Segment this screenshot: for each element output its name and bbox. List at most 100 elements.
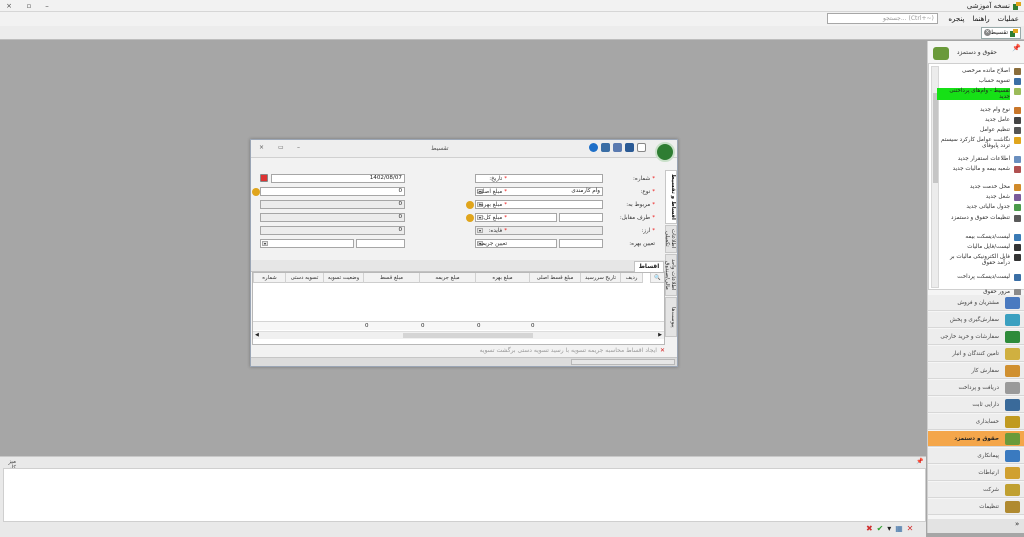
menu-window[interactable]: پنجره <box>948 12 964 26</box>
menu-help[interactable]: راهنما <box>972 12 989 26</box>
sidebar-item[interactable]: نگاشت عوامل کارکرد سیستم تردد پایوفای <box>937 137 1021 149</box>
grid-search-icon[interactable]: 🔍 <box>650 273 664 283</box>
dialog-close-button[interactable]: × <box>259 144 264 151</box>
nav-module-button[interactable]: تنظیمات <box>928 499 1024 515</box>
column-settlement-status[interactable]: وضعیت تسویه <box>323 273 363 283</box>
nav-module-button[interactable]: حسابداری <box>928 414 1024 430</box>
sidebar-item[interactable]: تقسیط - وام‌های پرداختنی جدید <box>937 88 1021 100</box>
sidebar-item[interactable]: نوع وام جدید <box>937 107 1021 114</box>
date-field[interactable]: 1402/08/07 <box>271 174 405 183</box>
sidebar-item[interactable]: لیست/دیسکت پرداخت <box>937 274 1021 281</box>
sidebar-item[interactable]: اطلاعات استقرار جدید <box>937 156 1021 163</box>
save-as-icon[interactable] <box>613 143 622 152</box>
grid-horizontal-scrollbar[interactable]: ◀ ▶ <box>253 331 664 339</box>
save-icon[interactable] <box>601 143 610 152</box>
tab-installments[interactable]: اقساط و تقسیط <box>665 170 677 224</box>
desk-panel-header: میز کار 📌 <box>0 457 926 471</box>
column-number[interactable]: شماره <box>253 273 285 283</box>
item-icon <box>1014 156 1021 163</box>
menu-operations[interactable]: عملیات <box>998 12 1019 26</box>
sidebar-item[interactable]: جدول مالیاتی جدید <box>937 204 1021 211</box>
fine-select[interactable]: ▾ <box>260 239 354 248</box>
calendar-icon[interactable] <box>260 174 268 182</box>
tab-supplementary[interactable]: اطلاعات تکمیلی <box>664 225 677 253</box>
sidebar-item[interactable]: تسویه حساب <box>937 78 1021 85</box>
nav-module-button[interactable]: شرکت <box>928 482 1024 498</box>
sidebar-item[interactable]: شغل جدید <box>937 194 1021 201</box>
pin-icon[interactable]: 📌 <box>916 458 923 465</box>
delete-icon[interactable]: ✕ <box>660 347 665 354</box>
close-tab-icon[interactable]: × <box>984 29 991 36</box>
nav-module-label: تنظیمات <box>979 504 999 510</box>
date-label: *تاریخ: <box>489 176 507 182</box>
tab-financial-unit[interactable]: اطلاعات واحد مالی/صندوق <box>664 254 677 296</box>
save-close-icon[interactable] <box>625 143 634 152</box>
footer-principal-total: 0 <box>531 323 535 329</box>
tab-attachments[interactable]: پیوست‌ها <box>665 297 677 337</box>
nav-module-button[interactable]: مشتریان و فروش <box>928 295 1024 311</box>
nav-module-button[interactable]: دارایی ثابت <box>928 397 1024 413</box>
pin-icon[interactable]: 📌 <box>1012 44 1021 52</box>
counterparty-label: *طرف مقابل: <box>619 215 655 221</box>
search-input[interactable]: جستجو... (Ctrl+~) <box>827 13 938 24</box>
sidebar-item[interactable]: محل خدمت جدید <box>937 184 1021 191</box>
tab-installment[interactable]: تقسیط × <box>981 27 1021 39</box>
column-principal[interactable]: مبلغ قسط اصلی <box>529 273 580 283</box>
sidebar-item[interactable]: فایل الکترونیکی مالیات بر درآمد حقوق <box>937 254 1021 266</box>
grid-icon[interactable]: ▦ <box>895 523 903 535</box>
column-due-date[interactable]: تاریخ سررسید <box>580 273 620 283</box>
grid-select-all-checkbox[interactable] <box>642 273 650 283</box>
sidebar-item[interactable]: شعبه بیمه و مالیات جدید <box>937 166 1021 173</box>
dialog-minimize-button[interactable]: – <box>297 144 300 151</box>
dialog-maximize-button[interactable]: ▭ <box>278 144 284 151</box>
nav-module-button[interactable]: حقوق و دستمزد <box>928 431 1024 447</box>
principal-field[interactable]: 0 <box>260 187 405 196</box>
column-row[interactable]: ردیف <box>620 273 642 283</box>
module-icon <box>1005 484 1020 496</box>
confirm-icon[interactable]: ✔ <box>877 523 884 535</box>
module-icon <box>1005 399 1020 411</box>
dropdown-icon[interactable]: ▾ <box>887 523 891 535</box>
nav-module-button[interactable]: تامین کنندگان و انبار <box>928 346 1024 362</box>
close-icon[interactable]: ✕ <box>907 523 914 535</box>
nav-module-button[interactable]: سفارشات و خرید خارجی <box>928 329 1024 345</box>
nav-module-button[interactable]: دریافت و پرداخت <box>928 380 1024 396</box>
lookup-icon[interactable] <box>466 214 474 222</box>
counterparty-code-field[interactable] <box>559 213 603 222</box>
nav-module-button[interactable]: ارتباطات <box>928 465 1024 481</box>
sidebar-item[interactable]: لیست/فایل مالیات <box>937 244 1021 251</box>
maximize-window-button[interactable]: ▫ <box>22 1 36 11</box>
column-installment[interactable]: مبلغ قسط <box>363 273 419 283</box>
sidebar-item[interactable]: لیست/دیسکت بیمه <box>937 234 1021 241</box>
sidebar-item[interactable]: تنظیم عوامل <box>937 127 1021 134</box>
column-fine[interactable]: مبلغ جریمه <box>419 273 475 283</box>
sidebar-item[interactable]: اصلاح مانده مرخصی <box>937 68 1021 75</box>
sidebar-item[interactable]: تنظیمات حقوق و دستمزد <box>937 215 1021 222</box>
column-manual-settlement[interactable]: تسویه دستی <box>285 273 323 283</box>
nav-module-button[interactable]: سفارش‌گیری و پخش <box>928 312 1024 328</box>
help-icon[interactable] <box>589 143 598 152</box>
nav-module-label: پیمانکاری <box>977 453 999 459</box>
tab-installment-rows[interactable]: اقساط <box>634 261 664 272</box>
minimize-window-button[interactable]: – <box>40 1 54 11</box>
nav-module-label: دارایی ثابت <box>972 402 999 408</box>
nav-module-button[interactable]: پیمانکاری <box>928 448 1024 464</box>
cancel-icon[interactable]: ✖ <box>866 523 873 535</box>
item-icon <box>1014 274 1021 281</box>
assign-interest-label: تعیین بهره: <box>629 241 655 247</box>
new-document-icon[interactable] <box>637 143 646 152</box>
dialog-title: تقسیط <box>431 145 449 152</box>
nav-module-label: تامین کنندگان و انبار <box>952 351 999 357</box>
nav-module-button[interactable]: سفارش کار <box>928 363 1024 379</box>
sidebar-item-label: عامل جدید <box>985 117 1010 123</box>
calculator-icon[interactable] <box>252 188 260 196</box>
fine-code-field[interactable] <box>356 239 405 248</box>
chevron-down-icon[interactable]: » <box>1015 520 1019 528</box>
sidebar-item-label: تنظیمات حقوق و دستمزد <box>951 215 1010 221</box>
lookup-icon[interactable] <box>466 201 474 209</box>
close-window-button[interactable]: × <box>2 1 16 11</box>
column-interest[interactable]: مبلغ بهره <box>475 273 529 283</box>
grid-actions-text[interactable]: ایجاد اقساط محاسبه جریمه تسویه با رسید ت… <box>480 347 657 354</box>
sidebar-item[interactable]: عامل جدید <box>937 117 1021 124</box>
assign-code-field[interactable] <box>559 239 603 248</box>
